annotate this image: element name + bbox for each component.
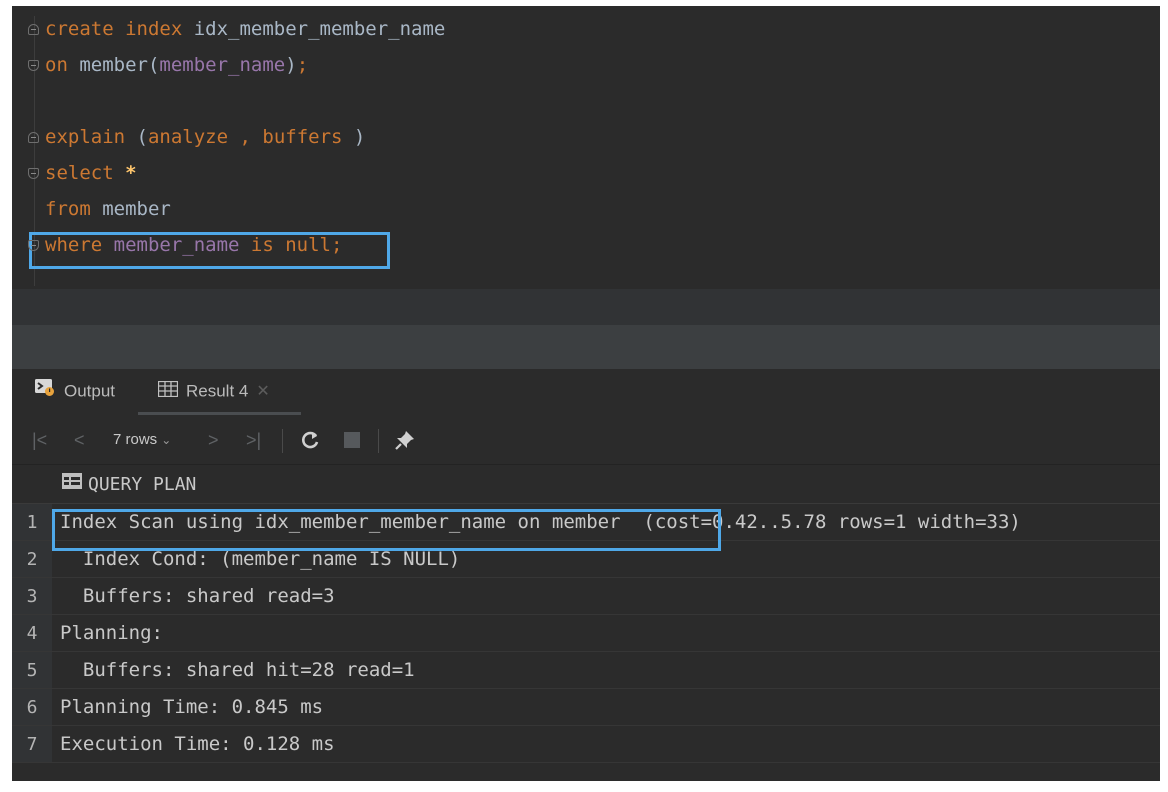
code-token: idx_member_member_name [193, 18, 446, 40]
query-plan-cell[interactable]: Execution Time: 0.128 ms [60, 726, 335, 762]
query-plan-cell[interactable]: Buffers: shared hit=28 read=1 [60, 652, 415, 688]
row-number: 1 [12, 504, 52, 540]
code-line[interactable]: select * [45, 160, 137, 186]
close-tab-icon[interactable]: ✕ [256, 383, 269, 400]
table-row[interactable]: 4 Planning: [12, 615, 1160, 652]
column-header-query-plan[interactable]: QUERY PLAN [62, 465, 196, 503]
first-page-icon[interactable]: |< [32, 415, 47, 465]
row-number: 2 [12, 541, 52, 577]
editor-bottom-strip [12, 289, 1160, 325]
database-console-window: create index idx_member_member_nameon me… [12, 6, 1160, 781]
row-number: 4 [12, 615, 52, 651]
panel-splitter[interactable] [12, 325, 1160, 369]
code-token: member [102, 198, 171, 220]
tab-output-label: Output [64, 381, 116, 401]
row-number: 7 [12, 726, 52, 762]
code-token: ) [285, 54, 297, 76]
stop-icon[interactable] [344, 415, 360, 465]
code-line[interactable]: explain (analyze , buffers ) [45, 124, 365, 150]
code-token: ; [331, 234, 343, 256]
code-line[interactable]: create index idx_member_member_name [45, 16, 445, 42]
code-token: create index [45, 18, 194, 40]
code-token: ( [136, 126, 148, 148]
table-row[interactable]: 5 Buffers: shared hit=28 read=1 [12, 652, 1160, 689]
fold-marker-icon[interactable] [28, 132, 39, 143]
code-token: * [125, 162, 137, 184]
code-token: analyze [147, 126, 240, 148]
tab-result-4[interactable]: Result 4 ✕ [138, 369, 301, 415]
column-type-icon [62, 464, 82, 504]
rows-count-dropdown[interactable]: 7 rows ⌄ [113, 415, 171, 465]
pin-icon[interactable] [394, 415, 416, 465]
code-token: where [45, 234, 114, 256]
code-line[interactable]: from member [45, 196, 171, 222]
column-header-label: QUERY PLAN [88, 474, 197, 495]
code-token: buffers [262, 126, 354, 148]
chevron-down-icon: ⌄ [161, 433, 172, 447]
code-token: ; [296, 54, 309, 76]
code-token: is null [250, 234, 331, 256]
row-number: 5 [12, 652, 52, 688]
code-token: member_name [113, 234, 251, 256]
row-number: 6 [12, 689, 52, 725]
code-token: select [45, 162, 126, 184]
query-plan-cell[interactable]: Index Scan using idx_member_member_name … [60, 504, 1021, 540]
results-tab-bar: Output Result 4 ✕ [12, 369, 1160, 415]
tab-output[interactable]: Output [34, 369, 138, 415]
code-token: on [45, 54, 80, 76]
row-number: 3 [12, 578, 52, 614]
fold-marker-icon[interactable] [28, 24, 39, 35]
query-plan-cell[interactable]: Buffers: shared read=3 [60, 578, 335, 614]
console-output-icon [34, 370, 56, 414]
code-token: from [45, 198, 103, 220]
rows-count-label: 7 rows [113, 431, 158, 448]
next-page-icon[interactable]: > [208, 415, 219, 465]
toolbar-divider [378, 429, 379, 453]
table-row[interactable]: 3 Buffers: shared read=3 [12, 578, 1160, 615]
refresh-icon[interactable] [299, 415, 321, 465]
results-toolbar: |< < 7 rows ⌄ > >| [12, 415, 1160, 465]
query-plan-cell[interactable]: Planning: [60, 615, 163, 651]
fold-marker-icon[interactable] [28, 240, 39, 251]
code-token: ) [353, 126, 366, 148]
code-token: , [239, 126, 263, 148]
table-icon [157, 370, 179, 414]
last-page-icon[interactable]: >| [246, 415, 261, 465]
fold-marker-icon[interactable] [28, 168, 39, 179]
code-token: member_name [159, 54, 286, 76]
fold-marker-icon[interactable] [28, 60, 39, 71]
code-line[interactable]: on member(member_name); [45, 52, 308, 78]
query-plan-cell[interactable]: Index Cond: (member_name IS NULL) [60, 541, 461, 577]
code-token: member( [79, 54, 160, 76]
previous-page-icon[interactable]: < [74, 415, 85, 465]
table-row[interactable]: 6 Planning Time: 0.845 ms [12, 689, 1160, 726]
sql-editor[interactable]: create index idx_member_member_nameon me… [12, 6, 1160, 289]
result-grid: QUERY PLAN 1 Index Scan using idx_member_… [12, 465, 1160, 781]
tab-result-4-label: Result 4 [186, 381, 249, 401]
query-plan-cell[interactable]: Planning Time: 0.845 ms [60, 689, 323, 725]
table-row[interactable]: 7 Execution Time: 0.128 ms [12, 726, 1160, 763]
table-row[interactable]: 1 Index Scan using idx_member_member_name… [12, 504, 1160, 541]
grid-header: QUERY PLAN [12, 465, 1160, 504]
table-row[interactable]: 2 Index Cond: (member_name IS NULL) [12, 541, 1160, 578]
code-line[interactable]: where member_name is null; [45, 232, 342, 258]
toolbar-divider [282, 429, 283, 453]
code-token: explain [45, 126, 137, 148]
